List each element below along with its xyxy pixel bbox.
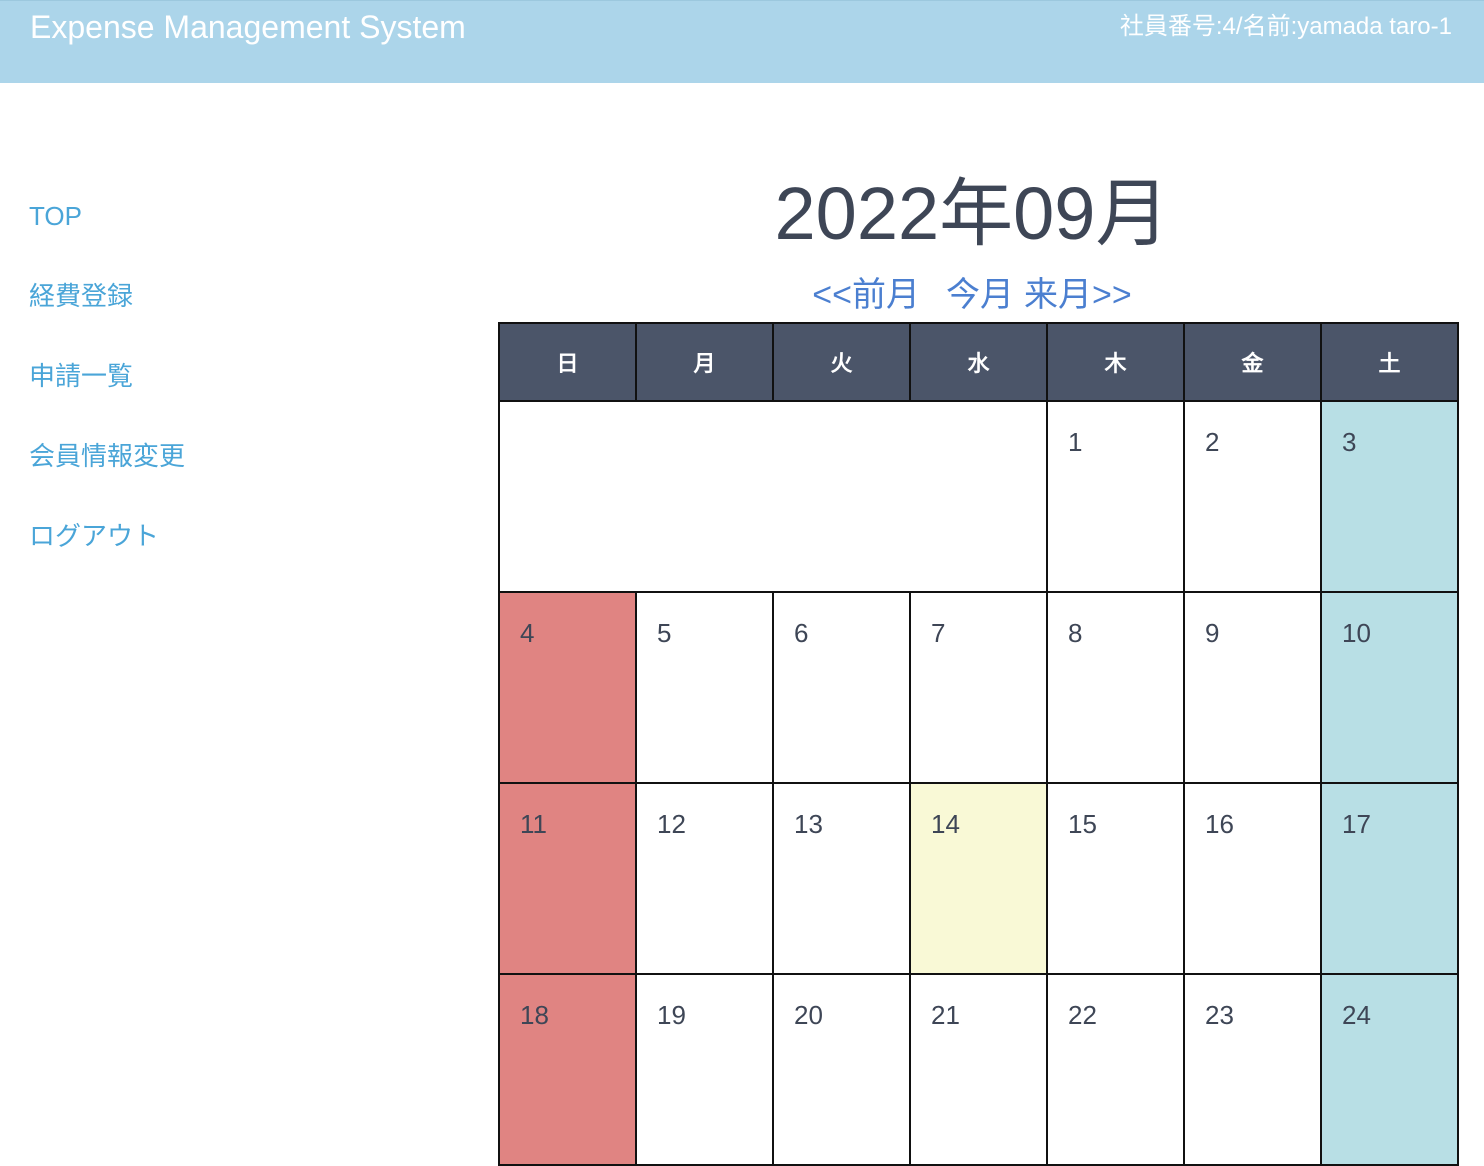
calendar-day-cell-today[interactable]: 14 (909, 782, 1048, 975)
sidebar-item-member-info[interactable]: 会員情報変更 (29, 436, 329, 516)
day-number: 3 (1342, 427, 1357, 457)
day-number: 2 (1205, 427, 1220, 457)
day-number: 21 (931, 1000, 960, 1030)
calendar-day-cell-saturday[interactable]: 24 (1320, 973, 1459, 1166)
day-number: 18 (520, 1000, 549, 1030)
sidebar: TOP 経費登録 申請一覧 会員情報変更 ログアウト (29, 196, 329, 596)
calendar-day-cell[interactable]: 8 (1046, 591, 1185, 784)
weekday-wednesday: 水 (909, 322, 1048, 402)
day-number: 9 (1205, 618, 1220, 648)
day-number: 24 (1342, 1000, 1371, 1030)
weekday-thursday: 木 (1046, 322, 1185, 402)
day-number: 14 (931, 809, 960, 839)
day-number: 8 (1068, 618, 1083, 648)
calendar-day-cell[interactable]: 19 (635, 973, 774, 1166)
calendar-month-title: 2022年09月 (774, 172, 1170, 255)
calendar-day-cell[interactable]: 21 (909, 973, 1048, 1166)
prev-month-link[interactable]: <<前月 (812, 276, 920, 314)
weekday-friday: 金 (1183, 322, 1322, 402)
next-month-link[interactable]: 来月>> (1024, 276, 1132, 314)
calendar-day-cell[interactable]: 12 (635, 782, 774, 975)
calendar-grid: 日 月 火 水 木 金 土 1 2 3 4 5 6 7 8 9 10 11 12… (498, 322, 1459, 1166)
day-number: 17 (1342, 809, 1371, 839)
calendar-day-cell[interactable]: 9 (1183, 591, 1322, 784)
day-number: 22 (1068, 1000, 1097, 1030)
weekday-header-row: 日 月 火 水 木 金 土 (498, 322, 1459, 402)
calendar-day-cell[interactable]: 20 (772, 973, 911, 1166)
user-info: 社員番号:4/名前:yamada taro-1 (1119, 13, 1452, 40)
weekday-tuesday: 火 (772, 322, 911, 402)
calendar-day-cell[interactable]: 16 (1183, 782, 1322, 975)
calendar-day-cell-saturday[interactable]: 17 (1320, 782, 1459, 975)
current-month-link[interactable]: 今月 (946, 276, 1014, 314)
calendar-day-cell[interactable]: 1 (1046, 400, 1185, 593)
day-number: 6 (794, 618, 809, 648)
sidebar-item-application-list[interactable]: 申請一覧 (29, 356, 329, 436)
day-number: 13 (794, 809, 823, 839)
calendar-day-cell-saturday[interactable]: 10 (1320, 591, 1459, 784)
calendar-week-row: 4 5 6 7 8 9 10 (498, 591, 1459, 784)
calendar-day-cell[interactable]: 6 (772, 591, 911, 784)
day-number: 5 (657, 618, 672, 648)
calendar-day-cell[interactable]: 2 (1183, 400, 1322, 593)
calendar-day-cell[interactable]: 5 (635, 591, 774, 784)
day-number: 16 (1205, 809, 1234, 839)
calendar-day-cell-saturday[interactable]: 3 (1320, 400, 1459, 593)
month-navigation: <<前月 今月 来月>> (498, 272, 1446, 318)
calendar-day-cell-sunday[interactable]: 4 (498, 591, 637, 784)
calendar-week-row: 11 12 13 14 15 16 17 (498, 782, 1459, 975)
calendar-day-cell-sunday[interactable]: 18 (498, 973, 637, 1166)
day-number: 12 (657, 809, 686, 839)
calendar-week-row: 1 2 3 (498, 400, 1459, 593)
day-number: 20 (794, 1000, 823, 1030)
day-number: 7 (931, 618, 946, 648)
weekday-sunday: 日 (498, 322, 637, 402)
day-number: 10 (1342, 618, 1371, 648)
day-number: 1 (1068, 427, 1083, 457)
calendar-day-cell[interactable]: 13 (772, 782, 911, 975)
day-number: 11 (520, 809, 547, 839)
day-number: 23 (1205, 1000, 1234, 1030)
calendar-day-cell[interactable]: 23 (1183, 973, 1322, 1166)
calendar-day-cell[interactable]: 15 (1046, 782, 1185, 975)
calendar-empty-cell (498, 400, 1048, 593)
calendar-week-row: 18 19 20 21 22 23 24 (498, 973, 1459, 1166)
weekday-saturday: 土 (1320, 322, 1459, 402)
day-number: 19 (657, 1000, 686, 1030)
sidebar-item-expense-register[interactable]: 経費登録 (29, 276, 329, 356)
calendar-day-cell[interactable]: 22 (1046, 973, 1185, 1166)
app-header: Expense Management System 社員番号:4/名前:yama… (0, 0, 1484, 83)
calendar-day-cell-sunday[interactable]: 11 (498, 782, 637, 975)
calendar-day-cell[interactable]: 7 (909, 591, 1048, 784)
weekday-monday: 月 (635, 322, 774, 402)
sidebar-item-logout[interactable]: ログアウト (29, 516, 329, 596)
day-number: 4 (520, 618, 535, 648)
app-title: Expense Management System (30, 9, 466, 45)
sidebar-item-top[interactable]: TOP (29, 196, 329, 276)
day-number: 15 (1068, 809, 1097, 839)
